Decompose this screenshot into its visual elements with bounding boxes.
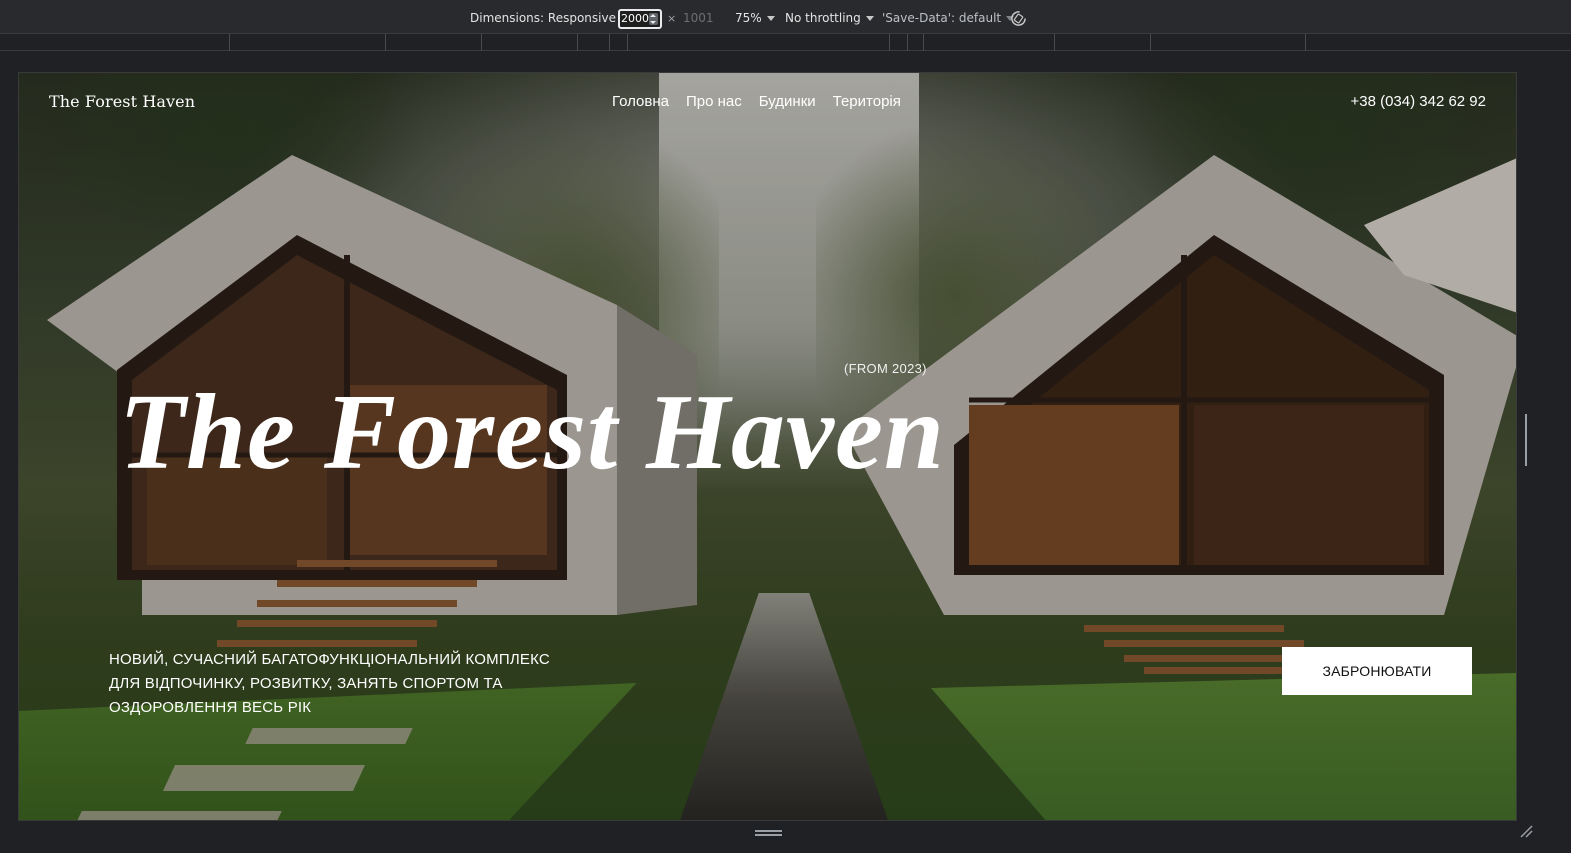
bottom-resize-handle[interactable] [755, 830, 782, 836]
throttling-label: No throttling [785, 11, 861, 25]
ruler-mark[interactable] [385, 34, 386, 51]
media-query-ruler [0, 34, 1571, 51]
ruler-mark[interactable] [229, 34, 230, 51]
dimensions-label: Dimensions: Responsive [470, 11, 616, 25]
ruler-mark[interactable] [481, 34, 482, 51]
zoom-dropdown[interactable]: 75% [735, 11, 775, 25]
dimension-separator: × [667, 12, 677, 25]
hero-tagline: НОВИЙ, СУЧАСНИЙ БАГАТОФУНКЦІОНАЛЬНИЙ КОМ… [109, 648, 589, 720]
chevron-down-icon [766, 16, 775, 21]
nav-territory[interactable]: Територія [833, 93, 901, 110]
width-input[interactable]: 2000 [618, 9, 662, 29]
nav-houses[interactable]: Будинки [759, 93, 816, 110]
ruler-mark[interactable] [1054, 34, 1055, 51]
zoom-label: 75% [735, 11, 762, 25]
ruler-mark[interactable] [627, 34, 628, 51]
nav-home[interactable]: Головна [612, 93, 669, 110]
width-value: 2000 [621, 12, 649, 25]
spinner-icon[interactable] [649, 13, 658, 25]
ruler-mark[interactable] [577, 34, 578, 51]
dimensions-dropdown[interactable]: Dimensions: Responsive [470, 11, 629, 25]
device-viewport: The Forest Haven Головна Про нас Будинки… [0, 52, 1571, 853]
tagline-line: ОЗДОРОВЛЕННЯ ВЕСЬ РІК [109, 699, 312, 716]
save-data-label: 'Save-Data': default [882, 11, 1002, 25]
tagline-line: ДЛЯ ВІДПОЧИНКУ, РОЗВИТКУ, ЗАНЯТЬ СПОРТОМ… [109, 675, 503, 692]
throttling-dropdown[interactable]: No throttling [785, 11, 874, 25]
phone-link[interactable]: +38 (034) 342 62 92 [1350, 93, 1486, 110]
tagline-line: НОВИЙ, СУЧАСНИЙ БАГАТОФУНКЦІОНАЛЬНИЙ КОМ… [109, 651, 550, 668]
ruler-mark[interactable] [1150, 34, 1151, 51]
chevron-down-icon [865, 16, 874, 21]
nav-about[interactable]: Про нас [686, 93, 742, 110]
ruler-mark[interactable] [907, 34, 908, 51]
site-logo[interactable]: The Forest Haven [49, 92, 195, 111]
hero-title: The Forest Haven [119, 373, 945, 492]
right-resize-handle[interactable] [1525, 414, 1531, 466]
hero-section: The Forest Haven Головна Про нас Будинки… [18, 72, 1517, 821]
height-input[interactable]: 1001 [683, 11, 714, 25]
ruler-mark[interactable] [609, 34, 610, 51]
save-data-dropdown[interactable]: 'Save-Data': default [882, 11, 1015, 25]
book-button[interactable]: ЗАБРОНЮВАТИ [1282, 647, 1472, 695]
resize-handle-icon[interactable] [1519, 824, 1533, 838]
ruler-mark[interactable] [889, 34, 890, 51]
device-toolbar: Dimensions: Responsive 2000 × 1001 75% N… [0, 0, 1571, 34]
ruler-mark[interactable] [923, 34, 924, 51]
rotate-icon[interactable] [1010, 10, 1027, 27]
ruler-mark[interactable] [1305, 34, 1306, 51]
main-nav: Головна Про нас Будинки Територія [612, 93, 901, 110]
